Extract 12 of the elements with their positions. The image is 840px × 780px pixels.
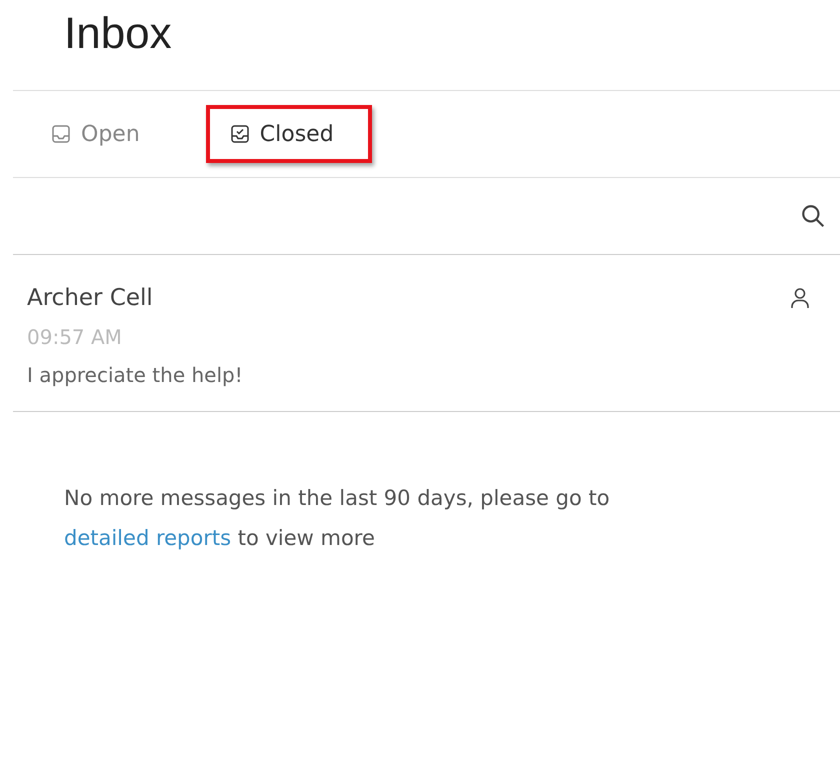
message-preview: I appreciate the help!	[27, 363, 244, 387]
tray-icon	[51, 124, 71, 144]
contact-name: Archer Cell	[27, 285, 153, 311]
person-icon[interactable]	[790, 287, 810, 309]
notice-text: No more messages in the last 90 days, please go to detailed reports to view more	[64, 485, 611, 552]
page-title: Inbox	[64, 8, 173, 60]
tab[interactable]: Closed	[206, 105, 372, 163]
tray-check-icon	[230, 124, 250, 144]
tab[interactable]: Open	[47, 105, 178, 163]
message-time: 09:57 AM	[27, 325, 123, 349]
search-icon[interactable]	[800, 203, 826, 229]
detailed-reports-link[interactable]: detailed reports	[64, 526, 232, 550]
